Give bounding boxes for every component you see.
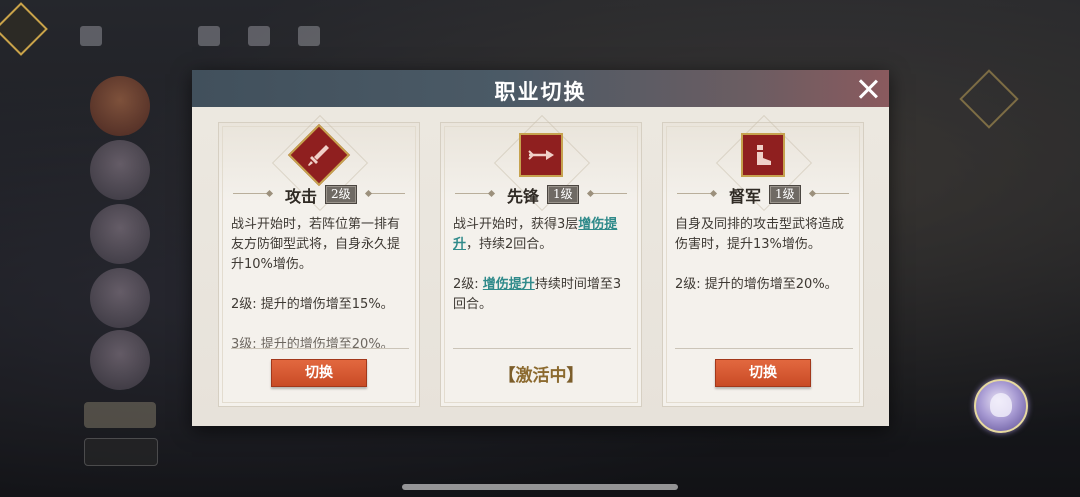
level2-text: 2级: 增伤提升持续时间增至3回合。 xyxy=(453,277,622,312)
level2-text: 2级: 提升的增伤增至15%。 xyxy=(231,297,394,312)
level-badge: 2级 xyxy=(325,185,357,204)
sword-emblem-icon xyxy=(287,123,351,187)
divider xyxy=(453,348,631,349)
assistant-avatar-button[interactable] xyxy=(974,379,1028,433)
class-description: 自身及同排的攻击型武将造成伤害时，提升13%增伤。 2级: 提升的增伤增至20%… xyxy=(675,215,853,361)
background-pill xyxy=(84,438,158,466)
dialog-header: 职业切换 xyxy=(192,70,889,107)
background-avatar xyxy=(90,330,150,390)
background-topbar xyxy=(80,22,480,52)
level-badge: 1级 xyxy=(547,185,579,204)
bg-tab-icon xyxy=(198,26,220,46)
level3-text: 3级: 提升的增伤增至20%。 xyxy=(231,337,394,352)
switch-button[interactable]: 切换 xyxy=(715,359,811,387)
level-badge: 1级 xyxy=(769,185,801,204)
background-avatar xyxy=(90,204,150,264)
back-arrow-icon xyxy=(80,26,102,46)
spear-icon xyxy=(519,133,563,177)
class-switch-dialog: 职业切换 攻击 2级 战斗开始时，若阵位第一排有友方防御型武将，自身永久提升10… xyxy=(192,70,889,426)
close-icon[interactable] xyxy=(856,77,880,101)
active-status: 【激活中】 xyxy=(498,366,584,386)
class-card-vanguard: 先锋 1级 战斗开始时，获得3层增伤提升，持续2回合。 2级: 增伤提升持续时间… xyxy=(440,114,642,407)
home-indicator[interactable] xyxy=(402,484,678,490)
class-name: 督军 xyxy=(729,187,762,206)
class-description: 战斗开始时，若阵位第一排有友方防御型武将，自身永久提升10%增伤。 2级: 提升… xyxy=(231,215,409,361)
class-name: 先锋 xyxy=(507,187,540,206)
divider xyxy=(675,348,853,349)
background-avatar xyxy=(90,140,150,200)
description-text: 自身及同排的攻击型武将造成伤害时，提升13%增伤。 xyxy=(675,217,845,252)
description-text: 战斗开始时，获得3层增伤提升，持续2回合。 xyxy=(453,217,618,252)
class-card-commander: 督军 1级 自身及同排的攻击型武将造成伤害时，提升13%增伤。 2级: 提升的增… xyxy=(662,114,864,407)
horn-icon xyxy=(741,133,785,177)
buff-link[interactable]: 增伤提升 xyxy=(483,277,535,292)
divider xyxy=(231,348,409,349)
class-name: 攻击 xyxy=(285,187,318,206)
level2-text: 2级: 提升的增伤增至20%。 xyxy=(675,277,838,292)
bg-tab-icon xyxy=(248,26,270,46)
background-pill xyxy=(84,402,156,428)
background-avatar xyxy=(90,76,150,136)
dialog-title: 职业切换 xyxy=(494,79,587,104)
switch-button[interactable]: 切换 xyxy=(271,359,367,387)
bg-tab-icon xyxy=(298,26,320,46)
class-description: 战斗开始时，获得3层增伤提升，持续2回合。 2级: 增伤提升持续时间增至3回合。 xyxy=(453,215,631,361)
class-card-attack: 攻击 2级 战斗开始时，若阵位第一排有友方防御型武将，自身永久提升10%增伤。 … xyxy=(218,114,420,407)
background-avatar xyxy=(90,268,150,328)
description-text: 战斗开始时，若阵位第一排有友方防御型武将，自身永久提升10%增伤。 xyxy=(231,217,401,272)
